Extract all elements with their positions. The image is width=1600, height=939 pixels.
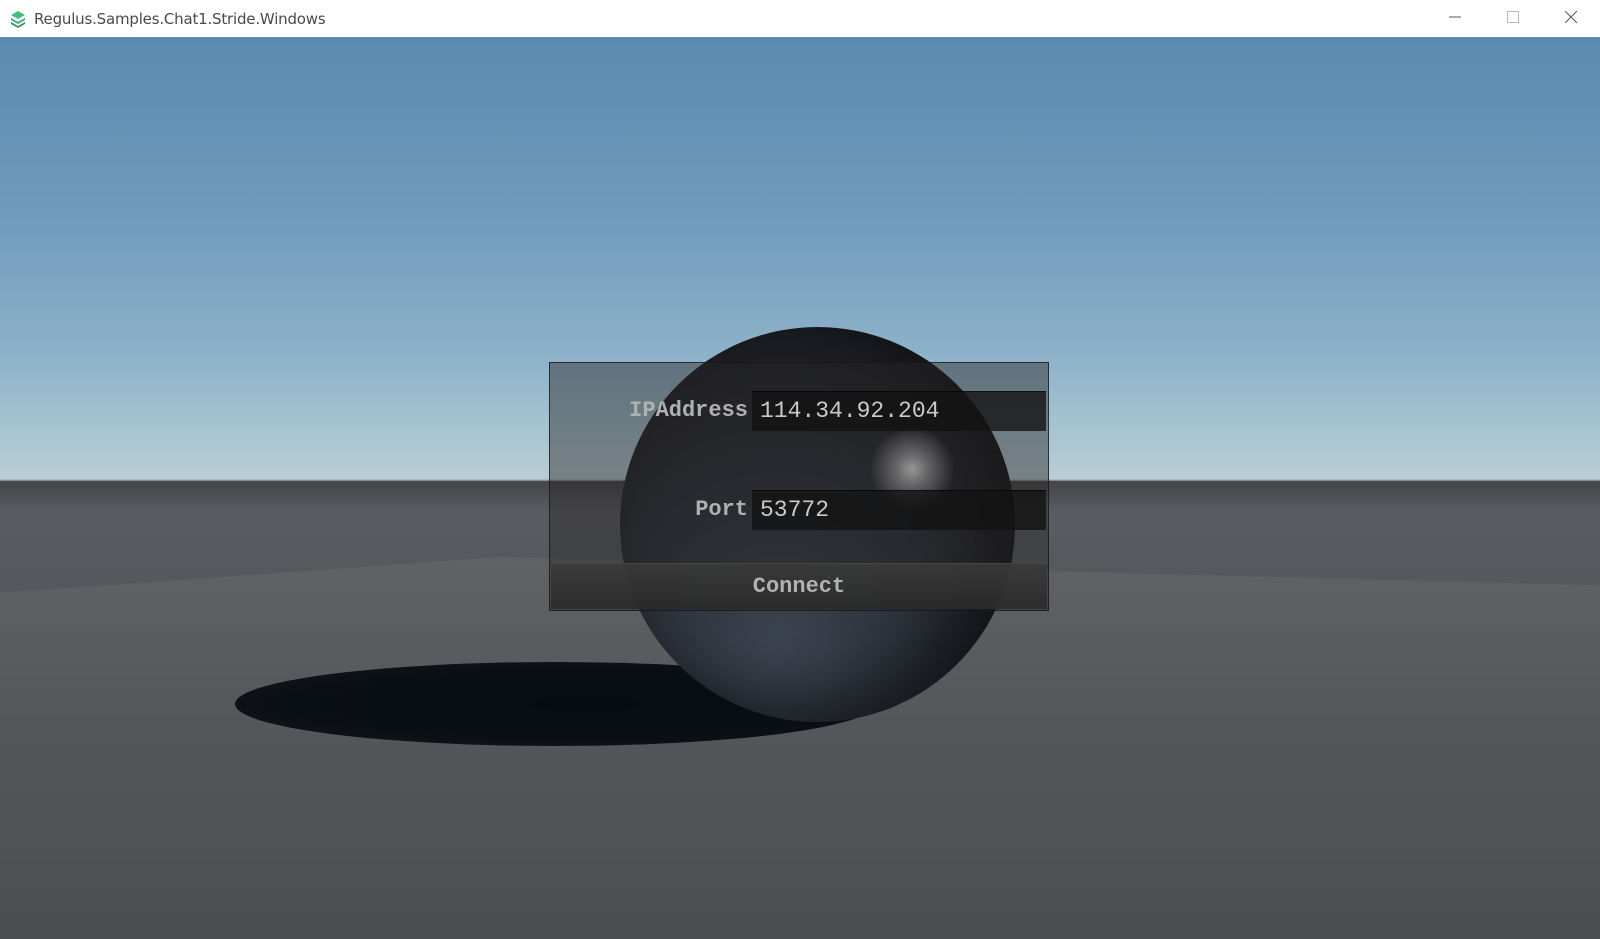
maximize-button[interactable]: [1484, 0, 1542, 37]
app-window: Regulus.Samples.Chat1.Stride.Windows IPA…: [0, 0, 1600, 939]
port-input[interactable]: 53772: [752, 490, 1046, 530]
minimize-button[interactable]: [1426, 0, 1484, 37]
window-title: Regulus.Samples.Chat1.Stride.Windows: [34, 9, 326, 28]
port-label: Port: [695, 497, 748, 522]
ip-address-label: IPAddress: [629, 398, 748, 423]
stride-layers-icon: [9, 10, 27, 28]
maximize-icon: [1507, 10, 1519, 28]
minimize-icon: [1449, 10, 1461, 28]
ip-address-input[interactable]: 114.34.92.204: [752, 391, 1046, 431]
ip-address-row: IPAddress 114.34.92.204: [550, 391, 1048, 431]
connect-button[interactable]: Connect: [551, 563, 1047, 609]
window-controls: [1426, 0, 1600, 37]
connect-panel: IPAddress 114.34.92.204 Port 53772 Conne…: [549, 362, 1049, 611]
close-icon: [1564, 10, 1578, 28]
title-bar[interactable]: Regulus.Samples.Chat1.Stride.Windows: [0, 0, 1600, 37]
close-button[interactable]: [1542, 0, 1600, 37]
port-row: Port 53772: [550, 490, 1048, 530]
